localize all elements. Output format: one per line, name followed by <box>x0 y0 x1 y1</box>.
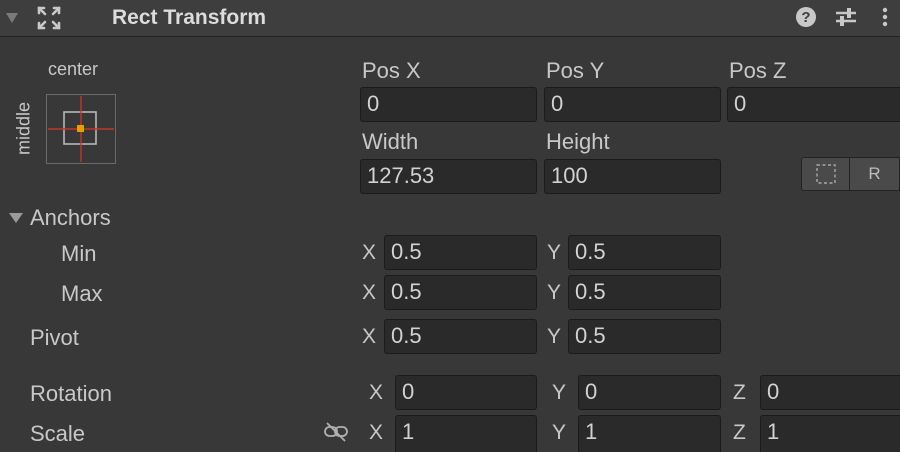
blueprint-icon <box>815 164 836 184</box>
foldout-arrow-icon[interactable] <box>4 10 20 26</box>
scale-z-axis: Z <box>733 421 746 444</box>
height-field[interactable]: 100 <box>544 159 721 194</box>
anchor-max-x-field[interactable]: 0.5 <box>384 275 537 310</box>
help-icon[interactable]: ? <box>795 6 817 28</box>
pivot-label: Pivot <box>30 325 79 350</box>
raw-edit-button[interactable]: R <box>849 157 900 191</box>
pivot-y-axis: Y <box>547 325 562 348</box>
rotation-y-field[interactable]: 0 <box>578 375 721 410</box>
anchor-max-label: Max <box>61 281 103 306</box>
constrain-proportions-icon[interactable] <box>323 421 349 443</box>
anchor-min-x-field[interactable]: 0.5 <box>384 235 537 270</box>
anchors-label[interactable]: Anchors <box>30 205 111 231</box>
width-field[interactable]: 127.53 <box>360 159 537 194</box>
rotation-z-axis: Z <box>733 381 746 404</box>
height-label: Height <box>546 129 610 154</box>
anchor-preset-horizontal-label: center <box>48 59 99 79</box>
more-options-icon[interactable] <box>880 6 890 28</box>
pos-x-label: Pos X <box>362 58 421 83</box>
pos-y-field[interactable]: 0 <box>544 87 721 122</box>
scale-y-field[interactable]: 1 <box>578 415 721 452</box>
pivot-y-field[interactable]: 0.5 <box>568 319 721 354</box>
pivot-x-axis: X <box>362 325 377 348</box>
anchor-min-y-axis: Y <box>547 241 562 264</box>
anchor-min-label: Min <box>61 241 97 266</box>
pos-y-label: Pos Y <box>546 58 605 83</box>
pos-z-label: Pos Z <box>729 58 787 83</box>
blueprint-mode-button[interactable] <box>801 157 850 191</box>
anchor-max-y-field[interactable]: 0.5 <box>568 275 721 310</box>
rotation-x-field[interactable]: 0 <box>395 375 537 410</box>
presets-icon[interactable] <box>834 6 858 28</box>
rotation-label: Rotation <box>30 381 112 406</box>
width-label: Width <box>362 129 419 154</box>
pivot-x-field[interactable]: 0.5 <box>384 319 537 354</box>
anchor-max-x-axis: X <box>362 281 377 304</box>
pos-z-field[interactable]: 0 <box>727 87 900 122</box>
scale-label: Scale <box>30 421 86 446</box>
rotation-z-field[interactable]: 0 <box>760 375 900 410</box>
rotation-x-axis: X <box>369 381 384 404</box>
scale-z-field[interactable]: 1 <box>760 415 900 452</box>
anchor-presets-button[interactable] <box>46 94 116 164</box>
rotation-y-axis: Y <box>552 381 567 404</box>
anchor-min-y-field[interactable]: 0.5 <box>568 235 721 270</box>
svg-text:?: ? <box>801 9 810 26</box>
component-title: Rect Transform <box>112 6 267 29</box>
anchors-foldout-arrow-icon[interactable] <box>8 210 24 226</box>
scale-x-axis: X <box>369 421 384 444</box>
anchor-preset-vertical-label: middle <box>13 101 34 156</box>
rect-transform-icon <box>36 5 62 31</box>
pos-x-field[interactable]: 0 <box>360 87 537 122</box>
scale-x-field[interactable]: 1 <box>395 415 537 452</box>
anchor-max-y-axis: Y <box>547 281 562 304</box>
scale-y-axis: Y <box>552 421 567 444</box>
anchor-min-x-axis: X <box>362 241 377 264</box>
